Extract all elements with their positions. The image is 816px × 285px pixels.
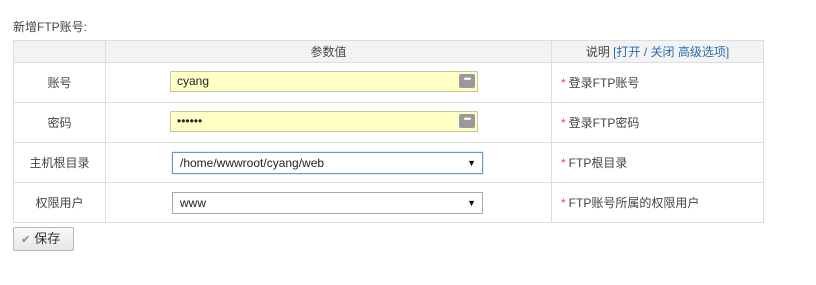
advanced-options-toggle-link[interactable]: [打开 / 关闭 高级选项]	[613, 45, 729, 59]
account-label: 账号	[13, 62, 106, 103]
table-row-password: 密码 •••••• ••• * 登录FTP密码	[13, 102, 764, 143]
permission-user-select-value: www	[180, 196, 206, 210]
autofill-key-icon[interactable]: •••	[459, 74, 475, 88]
permission-user-label: 权限用户	[13, 182, 106, 223]
account-input-value: cyang	[177, 74, 210, 88]
password-input-value: ••••••	[177, 114, 203, 128]
root-dir-label: 主机根目录	[13, 142, 106, 183]
table-header-row: 参数值 说明 [打开 / 关闭 高级选项]	[13, 40, 764, 63]
chevron-down-icon: ▼	[467, 158, 476, 168]
required-marker: *	[561, 156, 566, 170]
page-title: 新增FTP账号:	[13, 20, 87, 34]
root-dir-select[interactable]: /home/wwwroot/cyang/web ▼	[172, 152, 483, 174]
permission-user-select[interactable]: www ▼	[172, 192, 483, 214]
password-input[interactable]: •••••• •••	[170, 111, 478, 132]
table-row-permission-user: 权限用户 www ▼ * FTP账号所属的权限用户	[13, 182, 764, 223]
header-param-value: 参数值	[105, 40, 552, 63]
account-note: * 登录FTP账号	[551, 62, 764, 103]
required-marker: *	[561, 76, 566, 90]
save-button-label: 保存	[34, 231, 61, 246]
table-row-account: 账号 cyang ••• * 登录FTP账号	[13, 62, 764, 103]
check-icon: ✔	[21, 234, 31, 246]
chevron-down-icon: ▼	[467, 198, 476, 208]
header-note: 说明 [打开 / 关闭 高级选项]	[551, 40, 764, 63]
required-marker: *	[561, 116, 566, 130]
header-label-col	[13, 40, 106, 63]
save-button[interactable]: ✔ 保存	[13, 227, 74, 251]
password-label: 密码	[13, 102, 106, 143]
ftp-account-form: 参数值 说明 [打开 / 关闭 高级选项] 账号 cyang ••• * 登录FT…	[13, 40, 764, 223]
header-note-label: 说明	[585, 45, 610, 59]
password-note: * 登录FTP密码	[551, 102, 764, 143]
root-dir-note: * FTP根目录	[551, 142, 764, 183]
root-dir-select-value: /home/wwwroot/cyang/web	[180, 156, 325, 170]
permission-user-note: * FTP账号所属的权限用户	[551, 182, 764, 223]
autofill-key-icon[interactable]: •••	[459, 114, 475, 128]
table-row-root-dir: 主机根目录 /home/wwwroot/cyang/web ▼ * FTP根目录	[13, 142, 764, 183]
account-input[interactable]: cyang •••	[170, 71, 478, 92]
required-marker: *	[561, 196, 566, 210]
